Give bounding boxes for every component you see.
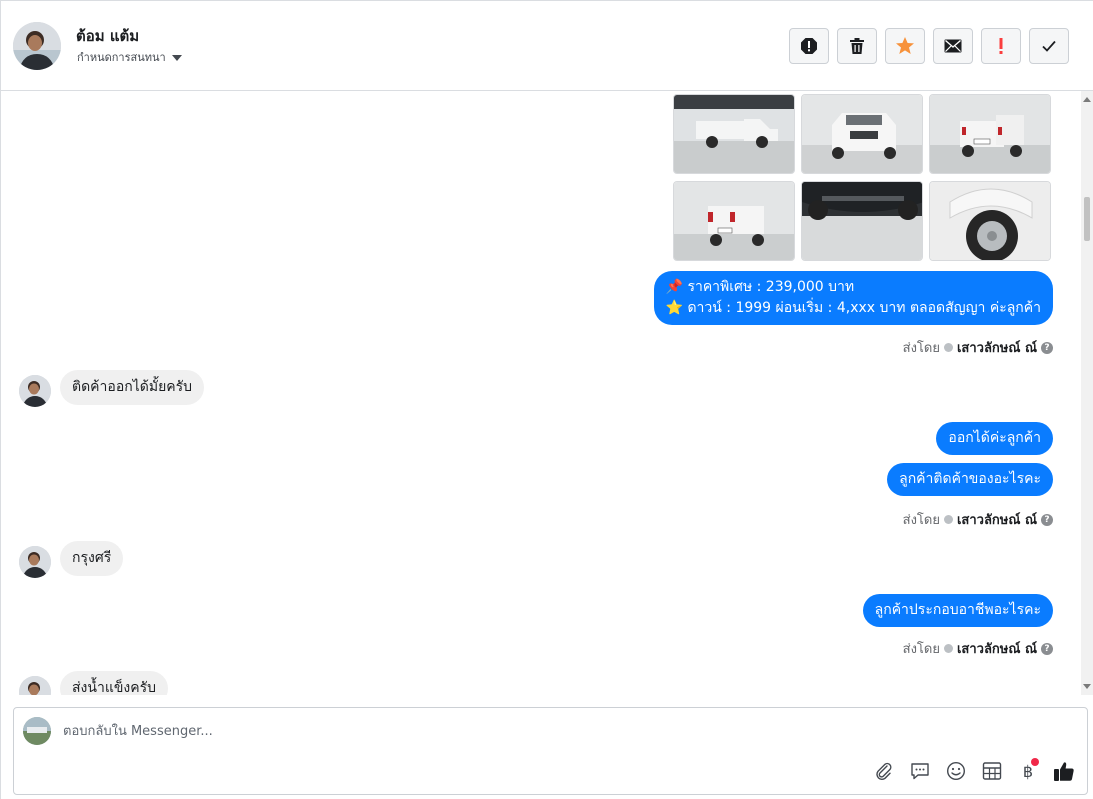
delete-button[interactable]	[837, 28, 877, 64]
contact-avatar-small[interactable]	[19, 546, 51, 578]
emoji-button[interactable]	[943, 758, 969, 784]
sent-by-row: ส่งโดย เสาวลักษณ์ ณ์ ?	[903, 638, 1053, 659]
star-emoji-icon: ⭐	[665, 300, 683, 316]
sent-by-row: ส่งโดย เสาวลักษณ์ ณ์ ?	[903, 337, 1053, 358]
help-icon[interactable]: ?	[1041, 513, 1053, 526]
star-button[interactable]	[885, 28, 925, 64]
contact-avatar-small[interactable]	[19, 676, 51, 695]
emoji-icon	[946, 761, 966, 781]
payment-button[interactable]: ฿	[1015, 758, 1041, 784]
sent-by-label: ส่งโดย	[902, 642, 940, 657]
saved-replies-button[interactable]	[907, 758, 933, 784]
message-text: ติดค้าออกได้มั้ยครับ	[72, 379, 193, 395]
thread-scrollbar[interactable]	[1081, 91, 1093, 695]
verified-icon	[943, 515, 953, 524]
page-avatar	[23, 717, 51, 745]
contact-name[interactable]: ต้อม แต้ม	[76, 24, 139, 48]
truck-wheel-photo[interactable]	[929, 181, 1051, 261]
sent-by-row: ส่งโดย เสาวลักษณ์ ณ์ ?	[903, 509, 1053, 530]
message-thread[interactable]: 📌 ราคาพิเศษ : 239,000 บาท ⭐ ดาวน์ : 1999…	[1, 91, 1093, 695]
scroll-up-arrow-icon[interactable]	[1083, 97, 1091, 102]
notification-dot	[1031, 758, 1039, 766]
outgoing-message[interactable]: ลูกค้าติดค้าของอะไรคะ	[887, 463, 1053, 496]
mail-icon	[944, 39, 962, 53]
pushpin-icon: 📌	[665, 279, 683, 295]
contact-avatar[interactable]	[13, 22, 61, 70]
contact-avatar-small[interactable]	[19, 375, 51, 407]
verified-icon	[943, 644, 953, 653]
outgoing-message-price[interactable]: 📌 ราคาพิเศษ : 239,000 บาท ⭐ ดาวน์ : 1999…	[653, 271, 1053, 325]
inbox-conversation: ต้อม แต้ม กำหนดการสนทนา 📌 ราคาพิเศษ: 23…	[0, 0, 1093, 799]
help-icon[interactable]: ?	[1041, 642, 1053, 655]
mark-spam-button[interactable]	[981, 28, 1021, 64]
message-text: ส่งน้ำแข็งครับ	[72, 680, 157, 695]
message-text: ลูกค้าติดค้าของอะไรคะ	[899, 471, 1041, 487]
mark-unread-button[interactable]	[933, 28, 973, 64]
truck-front-photo[interactable]	[801, 94, 923, 174]
scroll-thumb[interactable]	[1084, 197, 1090, 241]
exclamation-icon	[999, 38, 1003, 54]
appointment-button[interactable]	[979, 758, 1005, 784]
caret-down-icon	[171, 54, 182, 61]
saved-reply-icon	[911, 763, 929, 780]
message-text: ออกได้ค่ะลูกค้า	[948, 430, 1041, 446]
report-icon	[801, 38, 817, 54]
thumbs-up-icon	[1054, 762, 1074, 781]
sent-by-label: ส่งโดย	[902, 513, 940, 528]
incoming-message[interactable]: ส่งน้ำแข็งครับ	[60, 671, 169, 695]
truck-rear-left-photo[interactable]	[673, 181, 795, 261]
check-icon	[1042, 40, 1056, 52]
outgoing-message[interactable]: ออกได้ค่ะลูกค้า	[936, 422, 1053, 455]
incoming-message[interactable]: กรุงศรี	[60, 541, 124, 576]
star-icon	[896, 37, 914, 54]
composer-tools: ฿	[871, 758, 1077, 784]
like-button[interactable]	[1051, 758, 1077, 784]
assign-conversation-dropdown[interactable]: กำหนดการสนทนา	[77, 48, 182, 66]
price-line-2: ⭐ ดาวน์ : 1999 ผ่อนเริ่ม : 4,xxx บาท ตลอ…	[666, 298, 1041, 319]
message-text: ลูกค้าประกอบอาชีพอะไรคะ	[874, 602, 1041, 618]
price-line-1-text: ราคาพิเศษ : 239,000 บาท	[687, 279, 855, 295]
conversation-actions	[789, 28, 1069, 64]
price-line-1: 📌 ราคาพิเศษ : 239,000 บาท	[666, 277, 1041, 298]
sent-by-label: ส่งโดย	[902, 341, 940, 356]
truck-side-photo[interactable]	[673, 94, 795, 174]
incoming-message[interactable]: ติดค้าออกได้มั้ยครับ	[60, 370, 205, 405]
trash-icon	[850, 38, 864, 54]
outgoing-message[interactable]: ลูกค้าประกอบอาชีพอะไรคะ	[862, 594, 1053, 627]
assign-conversation-label: กำหนดการสนทนา	[77, 51, 166, 64]
scroll-down-arrow-icon[interactable]	[1083, 684, 1091, 689]
truck-underbody-photo[interactable]	[801, 181, 923, 261]
reply-composer: ฿	[13, 707, 1088, 795]
paperclip-icon	[876, 762, 892, 780]
truck-rear-photo[interactable]	[929, 94, 1051, 174]
conversation-header: ต้อม แต้ม กำหนดการสนทนา	[1, 1, 1093, 91]
sender-name[interactable]: เสาวลักษณ์ ณ์	[957, 337, 1037, 358]
reply-input[interactable]	[63, 720, 863, 742]
table-icon	[982, 762, 1002, 780]
report-button[interactable]	[789, 28, 829, 64]
attach-button[interactable]	[871, 758, 897, 784]
verified-icon	[943, 343, 953, 352]
sender-name[interactable]: เสาวลักษณ์ ณ์	[957, 638, 1037, 659]
sender-name[interactable]: เสาวลักษณ์ ณ์	[957, 509, 1037, 530]
message-text: กรุงศรี	[72, 550, 112, 566]
price-line-2-text: ดาวน์ : 1999 ผ่อนเริ่ม : 4,xxx บาท ตลอดส…	[687, 300, 1041, 316]
help-icon[interactable]: ?	[1041, 341, 1053, 354]
mark-done-button[interactable]	[1029, 28, 1069, 64]
